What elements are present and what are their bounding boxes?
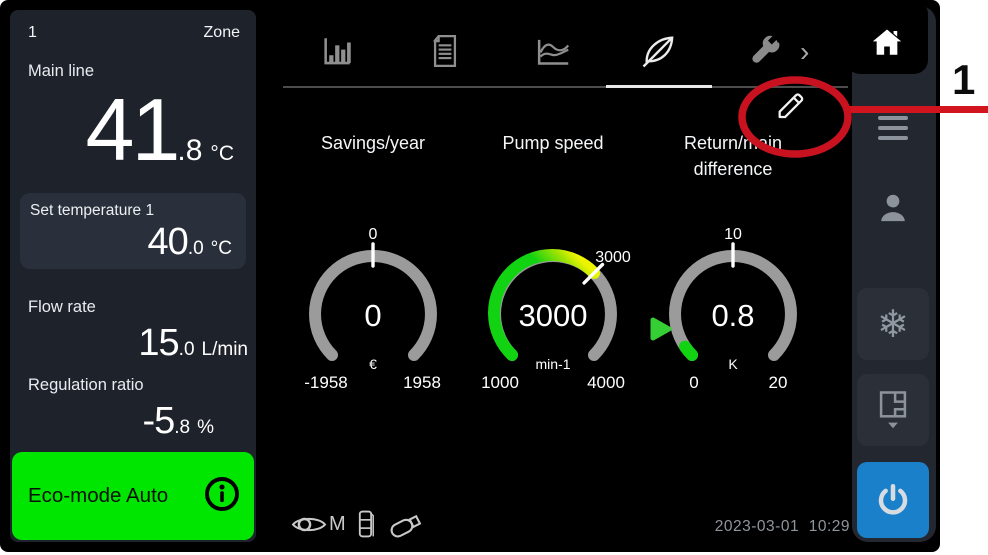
gauge-title-return-diff: Return/main difference [648, 130, 818, 182]
defrost-button[interactable]: ❄ [857, 288, 929, 360]
device-screen: 1 Zone Main line 41 .8 °C Set temperatur… [0, 0, 940, 552]
user-icon [876, 190, 910, 226]
zone-label: Zone [204, 24, 240, 42]
regulation-ratio-label: Regulation ratio [28, 376, 144, 395]
gauge-max: 20 [769, 373, 788, 392]
gauge-value: 0 [364, 298, 381, 333]
gauge-value: 0.8 [711, 298, 754, 333]
main-line-label: Main line [28, 62, 94, 81]
gauge-title-savings: Savings/year [288, 130, 458, 156]
gauge-tick-label: 10 [724, 226, 742, 243]
report-icon [429, 34, 461, 68]
gauge-title-pump-speed: Pump speed [468, 130, 638, 156]
user-button[interactable] [876, 190, 910, 231]
usb-stick-icon [386, 509, 428, 540]
tab-settings[interactable] [746, 32, 784, 70]
flow-rate-label: Flow rate [28, 298, 96, 317]
annotation-number: 1 [952, 56, 975, 104]
module-icon [355, 509, 377, 540]
zones-button[interactable] [857, 374, 929, 446]
home-icon [870, 26, 904, 58]
menu-icon [878, 116, 908, 120]
time: 10:29 [809, 518, 850, 535]
tabs-more-chevron-icon[interactable]: › [800, 36, 809, 68]
set-temperature-card[interactable]: Set temperature 1 40 .0 °C [20, 193, 246, 269]
tab-eco[interactable] [640, 32, 678, 70]
gauge-min: 1000 [481, 373, 519, 392]
status-icons: M [291, 509, 428, 540]
trend-icon [535, 34, 571, 68]
info-icon[interactable] [204, 476, 240, 517]
zone-number: 1 [28, 24, 37, 42]
zone-panel: 1 Zone Main line 41 .8 °C Set temperatur… [10, 10, 256, 542]
tab-bar-chart[interactable] [318, 32, 356, 70]
gauge-value: 3000 [519, 298, 588, 333]
gauge-pump-speed: 3000 3000 min-1 1000 4000 [468, 222, 638, 394]
date: 2023-03-01 [715, 518, 799, 535]
datetime: 2023-03-01 10:29 [640, 518, 850, 536]
tab-underline-active [606, 85, 712, 88]
flow-rate-value: 15 .0 L/min [10, 322, 256, 365]
set-temperature-label: Set temperature 1 [30, 202, 154, 220]
gauge-unit: € [369, 356, 377, 372]
wrench-icon [748, 34, 782, 68]
tab-underline [283, 86, 848, 88]
annotation-line [846, 106, 988, 113]
gauge-min: 0 [689, 373, 698, 392]
gauge-tick-label: 0 [369, 226, 378, 243]
regulation-ratio-value: -5 .8 % [10, 400, 256, 443]
zones-icon [876, 389, 910, 431]
gauge-min: -1958 [304, 373, 347, 392]
gauge-return-diff: 10 0.8 K 0 20 [648, 222, 818, 394]
gauge-unit: K [728, 356, 738, 372]
set-temperature-value: 40 .0 °C [20, 221, 246, 264]
bar-chart-icon [320, 34, 354, 68]
eco-mode-label: Eco-mode Auto [28, 484, 168, 508]
main-line-value: 41 .8 °C [10, 86, 256, 174]
eco-mode-button[interactable]: Eco-mode Auto [12, 452, 254, 540]
gauge-tick-label: 3000 [595, 249, 631, 266]
power-button[interactable] [857, 462, 929, 538]
menu-button[interactable] [878, 116, 908, 146]
home-button[interactable] [846, 0, 928, 74]
leaf-icon [640, 32, 678, 70]
gauge-max: 1958 [403, 373, 441, 392]
gauge-unit: min-1 [535, 356, 570, 372]
edit-button[interactable] [774, 88, 812, 126]
gauge-max: 4000 [587, 373, 625, 392]
pencil-icon [774, 88, 808, 122]
gauge-savings: 0 0 € -1958 1958 [288, 222, 458, 394]
power-icon [875, 482, 911, 518]
snowflake-icon: ❄ [877, 302, 909, 346]
chevron-down-icon [888, 423, 898, 429]
gauge-marker-arrow-icon [653, 320, 669, 338]
tab-report[interactable] [426, 32, 464, 70]
tab-trend[interactable] [534, 32, 572, 70]
eye-icon [291, 512, 327, 537]
screenshot-stage: 1 Zone Main line 41 .8 °C Set temperatur… [0, 0, 988, 555]
monitor-mode-letter: M [329, 513, 346, 536]
